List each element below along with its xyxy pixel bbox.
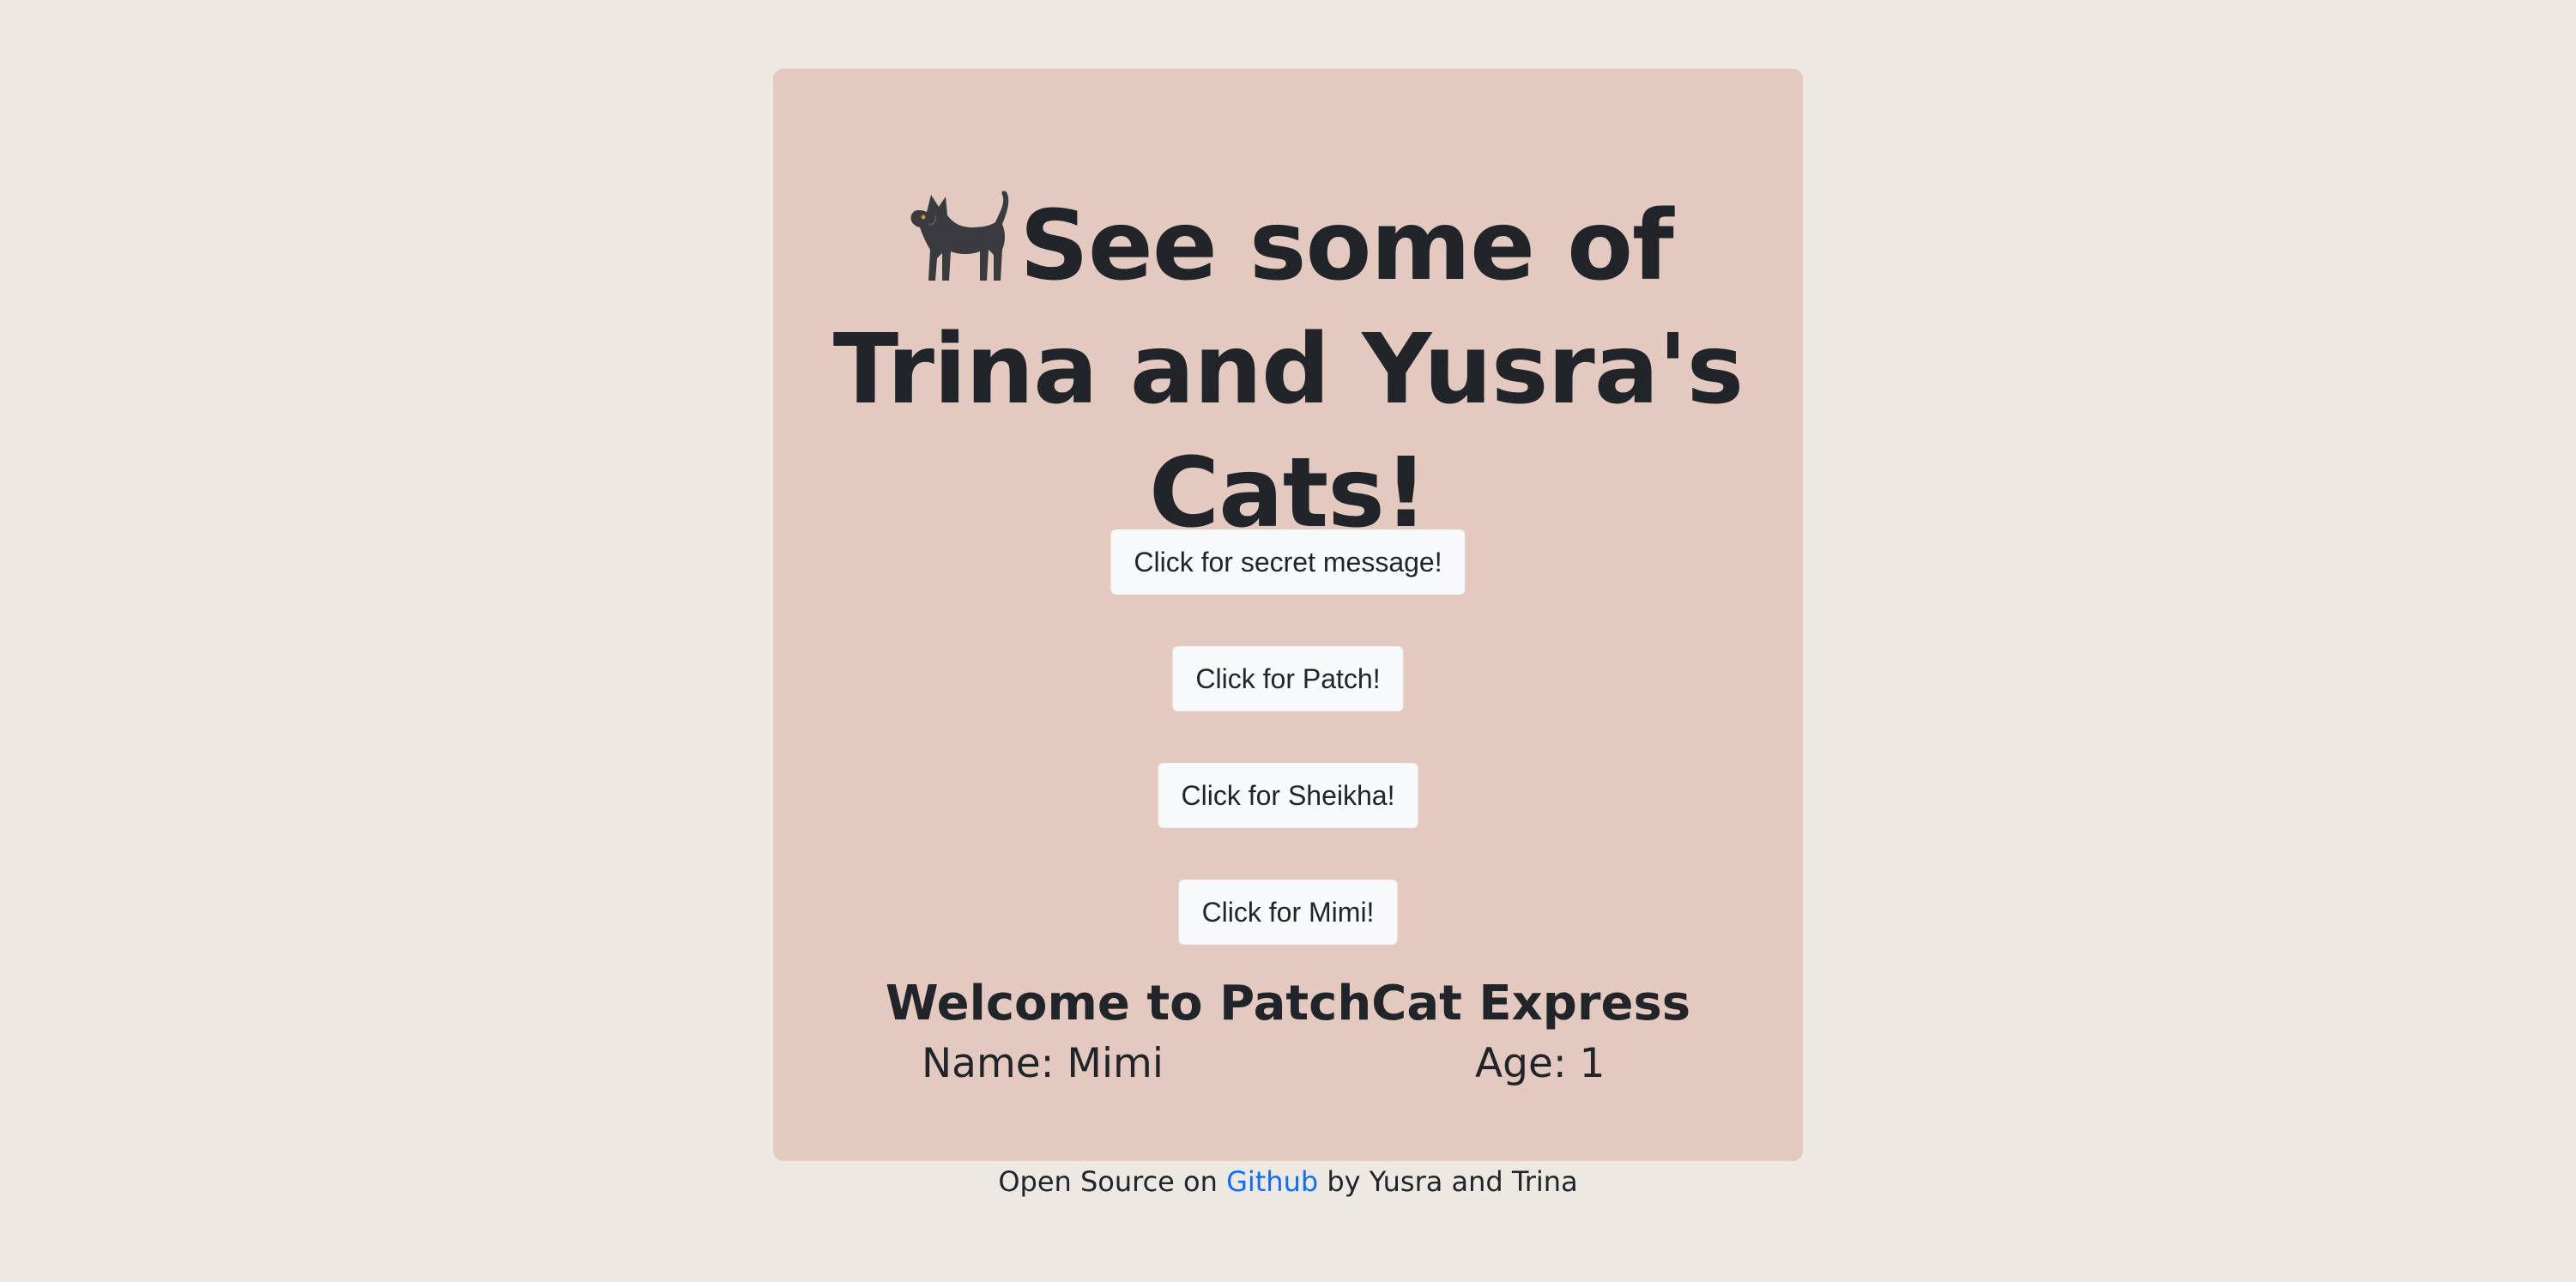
footer: Open Source on Github by Yusra and Trina	[0, 1162, 2576, 1201]
cat-icon	[903, 190, 1011, 286]
cat-age: Age: 1	[1475, 1040, 1605, 1087]
cat-name: Name: Mimi	[922, 1040, 1164, 1087]
github-link[interactable]: Github	[1226, 1165, 1318, 1198]
footer-prefix: Open Source on	[998, 1165, 1227, 1198]
footer-suffix: by Yusra and Trina	[1318, 1165, 1578, 1198]
mimi-button[interactable]: Click for Mimi!	[1178, 880, 1398, 945]
welcome-heading: Welcome to PatchCat Express	[885, 976, 1691, 1031]
sheikha-button[interactable]: Click for Sheikha!	[1158, 763, 1418, 828]
secret-message-button[interactable]: Click for secret message!	[1110, 529, 1466, 595]
page-title: See some of Trina and Yusra's Cats!	[773, 184, 1803, 555]
main-card: See some of Trina and Yusra's Cats! Clic…	[773, 69, 1803, 1161]
patch-button[interactable]: Click for Patch!	[1172, 646, 1404, 711]
